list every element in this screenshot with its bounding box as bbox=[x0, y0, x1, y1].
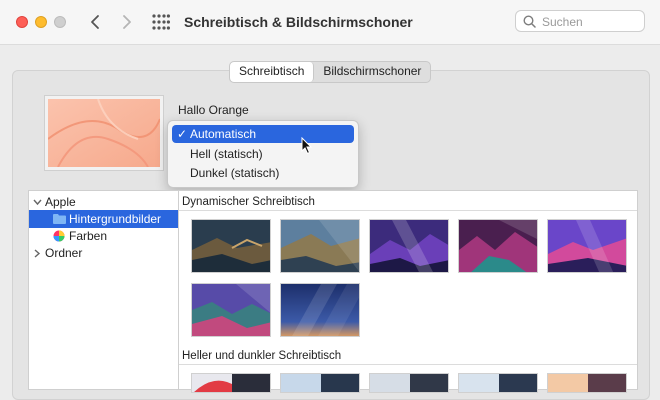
menu-item-label: Hell (statisch) bbox=[190, 147, 263, 161]
close-button[interactable] bbox=[16, 16, 28, 28]
window-title: Schreibtisch & Bildschirmschoner bbox=[184, 14, 413, 30]
title-bar: Schreibtisch & Bildschirmschoner bbox=[0, 0, 660, 45]
sidebar-group-label: Apple bbox=[45, 195, 76, 209]
wallpaper-big-sur-coast[interactable] bbox=[191, 219, 271, 273]
search-field[interactable] bbox=[515, 10, 645, 32]
grid-icon bbox=[152, 14, 170, 30]
wallpaper-rocky-shore[interactable] bbox=[191, 283, 271, 337]
current-wallpaper-preview bbox=[44, 95, 164, 171]
chevron-right-icon[interactable] bbox=[33, 249, 41, 258]
wallpaper-abstract-gradient[interactable] bbox=[280, 283, 360, 337]
sidebar-item-label: Farben bbox=[69, 229, 108, 243]
section-header: Heller und dunkler Schreibtisch bbox=[179, 347, 637, 365]
section-header: Dynamischer Schreibtisch bbox=[179, 193, 637, 211]
search-input[interactable] bbox=[540, 13, 640, 31]
menu-item-dunkel[interactable]: Dunkel (statisch) bbox=[172, 164, 354, 182]
minimize-button[interactable] bbox=[35, 16, 47, 28]
forward-button[interactable] bbox=[116, 12, 136, 32]
chevron-left-icon bbox=[91, 15, 99, 29]
wallpaper-light-dark-4[interactable] bbox=[458, 373, 538, 393]
tab-bildschirmschoner[interactable]: Bildschirmschoner bbox=[314, 62, 430, 82]
zoom-button[interactable] bbox=[54, 16, 66, 28]
source-list: Apple Hintergrundbilder Farben Ordner bbox=[28, 190, 179, 390]
menu-item-automatisch[interactable]: ✓ Automatisch bbox=[172, 125, 354, 143]
wallpaper-light-dark-2[interactable] bbox=[280, 373, 360, 393]
tab-schreibtisch[interactable]: Schreibtisch bbox=[230, 62, 315, 82]
show-all-button[interactable] bbox=[152, 14, 170, 30]
tab-bar: Schreibtisch Bildschirmschoner bbox=[229, 61, 432, 83]
sidebar-item-farben[interactable]: Farben bbox=[29, 227, 179, 245]
wallpaper-light-dark-1[interactable] bbox=[191, 373, 271, 393]
wallpaper-violet-dusk[interactable] bbox=[547, 219, 627, 273]
sidebar-item-hintergrundbilder[interactable]: Hintergrundbilder bbox=[29, 210, 179, 228]
menu-item-label: Dunkel (statisch) bbox=[190, 166, 280, 180]
sidebar-group-label: Ordner bbox=[45, 246, 83, 260]
color-wheel-icon bbox=[53, 230, 65, 242]
chevron-down-icon[interactable] bbox=[33, 198, 42, 206]
wallpaper-purple-mountains[interactable] bbox=[369, 219, 449, 273]
back-button[interactable] bbox=[86, 12, 106, 32]
wallpaper-thumbnail bbox=[47, 98, 161, 168]
appearance-menu: ✓ Automatisch Hell (statisch) Dunkel (st… bbox=[167, 120, 359, 188]
wallpaper-light-dark-3[interactable] bbox=[369, 373, 449, 393]
wallpaper-name: Hallo Orange bbox=[178, 103, 249, 117]
sidebar-item-label: Hintergrundbilder bbox=[69, 212, 162, 226]
checkmark-icon: ✓ bbox=[177, 127, 188, 141]
menu-item-label: Automatisch bbox=[190, 127, 257, 141]
chevron-right-icon bbox=[123, 15, 131, 29]
mouse-cursor-icon bbox=[301, 137, 313, 155]
wallpaper-big-sur-coast-day[interactable] bbox=[280, 219, 360, 273]
wallpaper-grid: Dynamischer Schreibtisch Heller und dunk… bbox=[178, 190, 638, 393]
sidebar-group-ordner[interactable]: Ordner bbox=[29, 244, 179, 262]
folder-icon bbox=[53, 214, 66, 224]
menu-item-hell[interactable]: Hell (statisch) bbox=[172, 145, 354, 163]
sidebar-group-apple[interactable]: Apple bbox=[29, 193, 179, 211]
wallpaper-light-dark-5[interactable] bbox=[547, 373, 627, 393]
search-icon bbox=[523, 15, 536, 28]
wallpaper-magenta-valley[interactable] bbox=[458, 219, 538, 273]
